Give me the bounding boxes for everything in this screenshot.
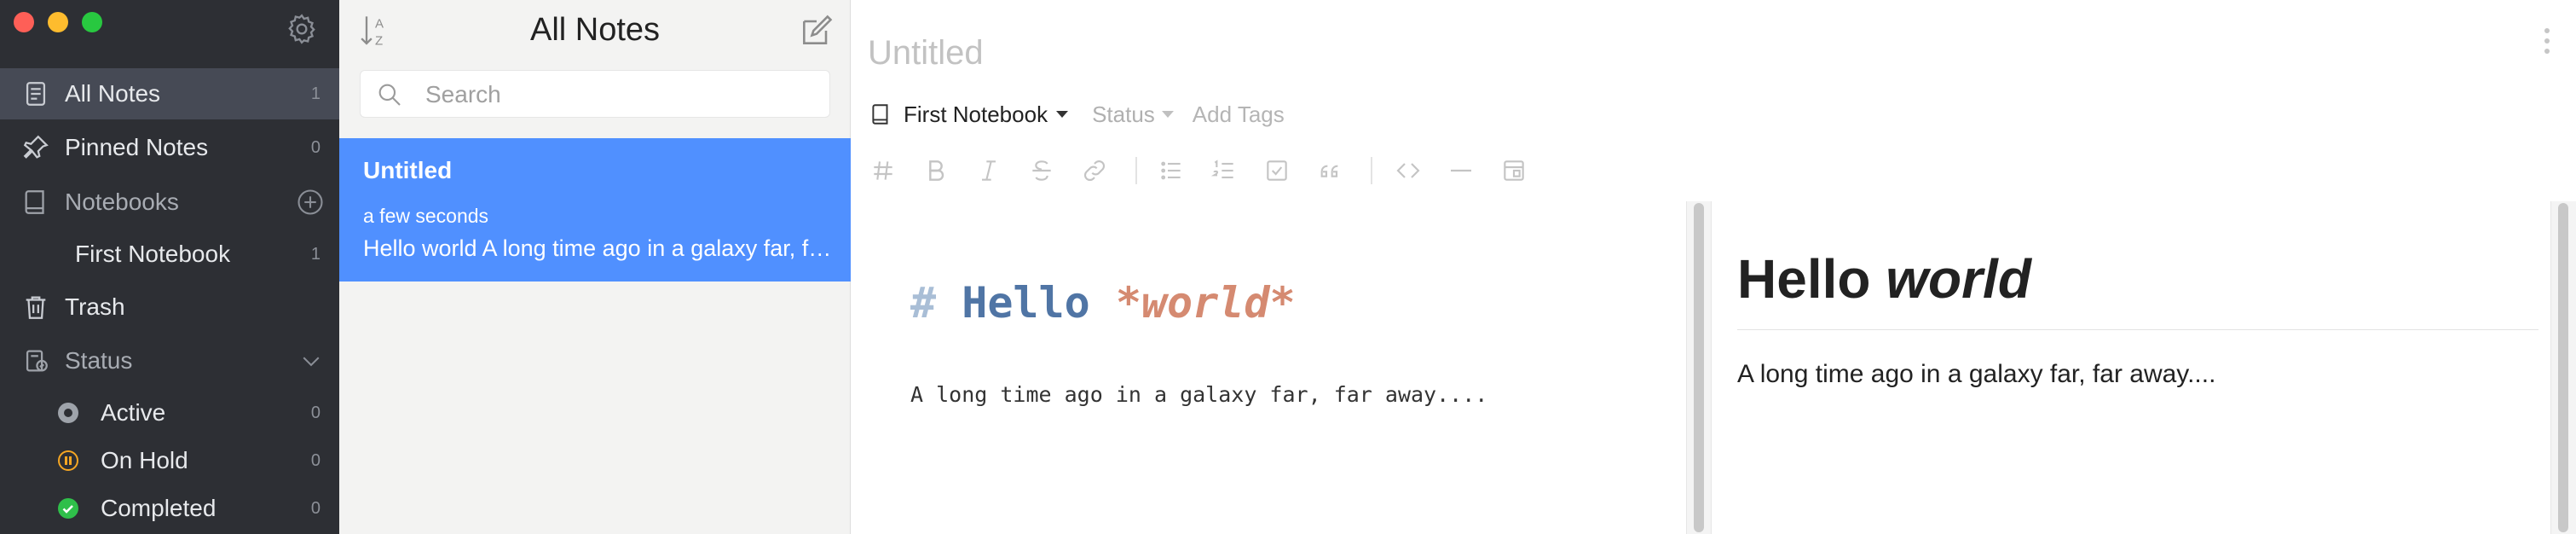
note-meta-bar: First Notebook Status Add Tags: [869, 97, 1285, 131]
scrollbar-thumb[interactable]: [2558, 203, 2568, 532]
scrollbar-thumb[interactable]: [1694, 203, 1704, 532]
count-badge: 1: [310, 84, 321, 103]
sidebar-item-label: Pinned Notes: [65, 134, 209, 160]
count-badge: 0: [310, 137, 321, 157]
bold-icon[interactable]: [919, 152, 953, 189]
minimize-window-button[interactable]: [48, 12, 68, 32]
trash-icon: [20, 292, 51, 322]
count-badge: 0: [310, 450, 321, 470]
count-badge: 0: [310, 403, 321, 422]
chevron-down-icon[interactable]: [298, 348, 324, 374]
sidebar-item-label: Status: [65, 347, 133, 374]
search-box[interactable]: [360, 70, 830, 119]
check-circle-icon: [58, 498, 78, 519]
preview-scrollbar[interactable]: [2550, 201, 2576, 534]
note-list-title: All Notes: [529, 12, 661, 48]
sidebar-item-pinned-notes[interactable]: Pinned Notes 0: [0, 122, 339, 173]
checkbox-icon[interactable]: [1260, 152, 1294, 189]
sidebar-item-first-notebook[interactable]: First Notebook 1: [0, 229, 339, 280]
bullet-list-icon[interactable]: [1154, 152, 1188, 189]
image-icon[interactable]: [1497, 152, 1531, 189]
editor-scrollbar[interactable]: [1686, 201, 1712, 534]
window-controls: [14, 12, 102, 32]
sidebar-item-notebooks[interactable]: Notebooks: [0, 177, 339, 228]
count-badge: 1: [310, 244, 321, 264]
horizontal-rule-icon[interactable]: [1444, 152, 1478, 189]
preview-paragraph: A long time ago in a galaxy far, far awa…: [1737, 360, 2216, 388]
notebook-icon: [872, 104, 888, 125]
toolbar-divider: [1371, 157, 1372, 184]
note-title: Untitled: [363, 157, 453, 183]
numbered-list-icon[interactable]: [1207, 152, 1241, 189]
markdown-preview: Hello world A long time ago in a galaxy …: [1712, 201, 2547, 534]
preview-heading: Hello world: [1737, 248, 2031, 310]
markdown-editor[interactable]: # Hello *world* A long time ago in a gal…: [851, 201, 1703, 534]
sidebar-item-label: Trash: [65, 293, 125, 320]
gear-icon[interactable]: [285, 12, 319, 46]
strikethrough-icon[interactable]: [1025, 152, 1059, 189]
italic-icon[interactable]: [972, 152, 1006, 189]
sidebar-item-label: First Notebook: [75, 241, 231, 267]
pause-icon: [58, 450, 78, 471]
heading-icon[interactable]: [866, 152, 900, 189]
count-badge: 0: [310, 498, 321, 518]
quote-icon[interactable]: [1313, 152, 1347, 189]
toolbar-divider: [1135, 157, 1137, 184]
notes-icon: [20, 78, 51, 109]
add-notebook-icon[interactable]: [295, 187, 326, 218]
new-note-icon[interactable]: [798, 12, 835, 49]
more-options-icon[interactable]: [2542, 26, 2552, 56]
notebook-icon: [20, 187, 51, 218]
note-preview: Hello world A long time ago in a galaxy …: [363, 235, 840, 261]
source-paragraph: A long time ago in a galaxy far, far awa…: [910, 382, 1488, 407]
sidebar-item-status-active[interactable]: Active 0: [0, 387, 339, 438]
close-window-button[interactable]: [14, 12, 34, 32]
notebook-selector[interactable]: First Notebook: [904, 102, 1048, 128]
note-list-item[interactable]: Untitled a few seconds Hello world A lon…: [339, 138, 851, 282]
note-title-input[interactable]: Untitled: [868, 34, 984, 73]
status-label: Active: [101, 399, 166, 426]
sidebar-item-status[interactable]: Status: [0, 335, 339, 386]
sidebar-item-trash[interactable]: Trash: [0, 282, 339, 333]
sidebar-item-status-on-hold[interactable]: On Hold 0: [0, 435, 339, 486]
search-input[interactable]: [424, 71, 819, 119]
sidebar-item-label: All Notes: [65, 80, 161, 107]
pin-icon: [20, 132, 51, 163]
editor-pane: Untitled First Notebook Status Add Tags: [851, 0, 2576, 534]
sidebar: All Notes 1 Pinned Notes 0 Notebooks Fir…: [0, 0, 339, 534]
sidebar-item-all-notes[interactable]: All Notes 1: [0, 68, 339, 119]
active-status-icon: [58, 403, 78, 423]
add-tags-input[interactable]: Add Tags: [1193, 102, 1285, 128]
sidebar-item-status-completed[interactable]: Completed 0: [0, 483, 339, 534]
caret-down-icon[interactable]: [1056, 111, 1069, 118]
link-icon[interactable]: [1077, 152, 1112, 189]
heading-divider: [1737, 329, 2538, 330]
status-icon: [20, 345, 51, 376]
sidebar-item-label: Notebooks: [65, 189, 179, 215]
note-list-pane: A Z All Notes Untitled a few seconds Hel…: [339, 0, 851, 534]
app-window: All Notes 1 Pinned Notes 0 Notebooks Fir…: [0, 0, 2576, 534]
code-icon[interactable]: [1391, 152, 1425, 189]
note-date: a few seconds: [363, 205, 489, 227]
source-heading: # Hello *world*: [910, 278, 1296, 328]
caret-down-icon[interactable]: [1161, 111, 1174, 118]
search-icon: [378, 84, 401, 106]
zoom-window-button[interactable]: [82, 12, 102, 32]
status-selector[interactable]: Status: [1092, 102, 1155, 128]
status-label: Completed: [101, 495, 217, 521]
status-label: On Hold: [101, 447, 188, 473]
